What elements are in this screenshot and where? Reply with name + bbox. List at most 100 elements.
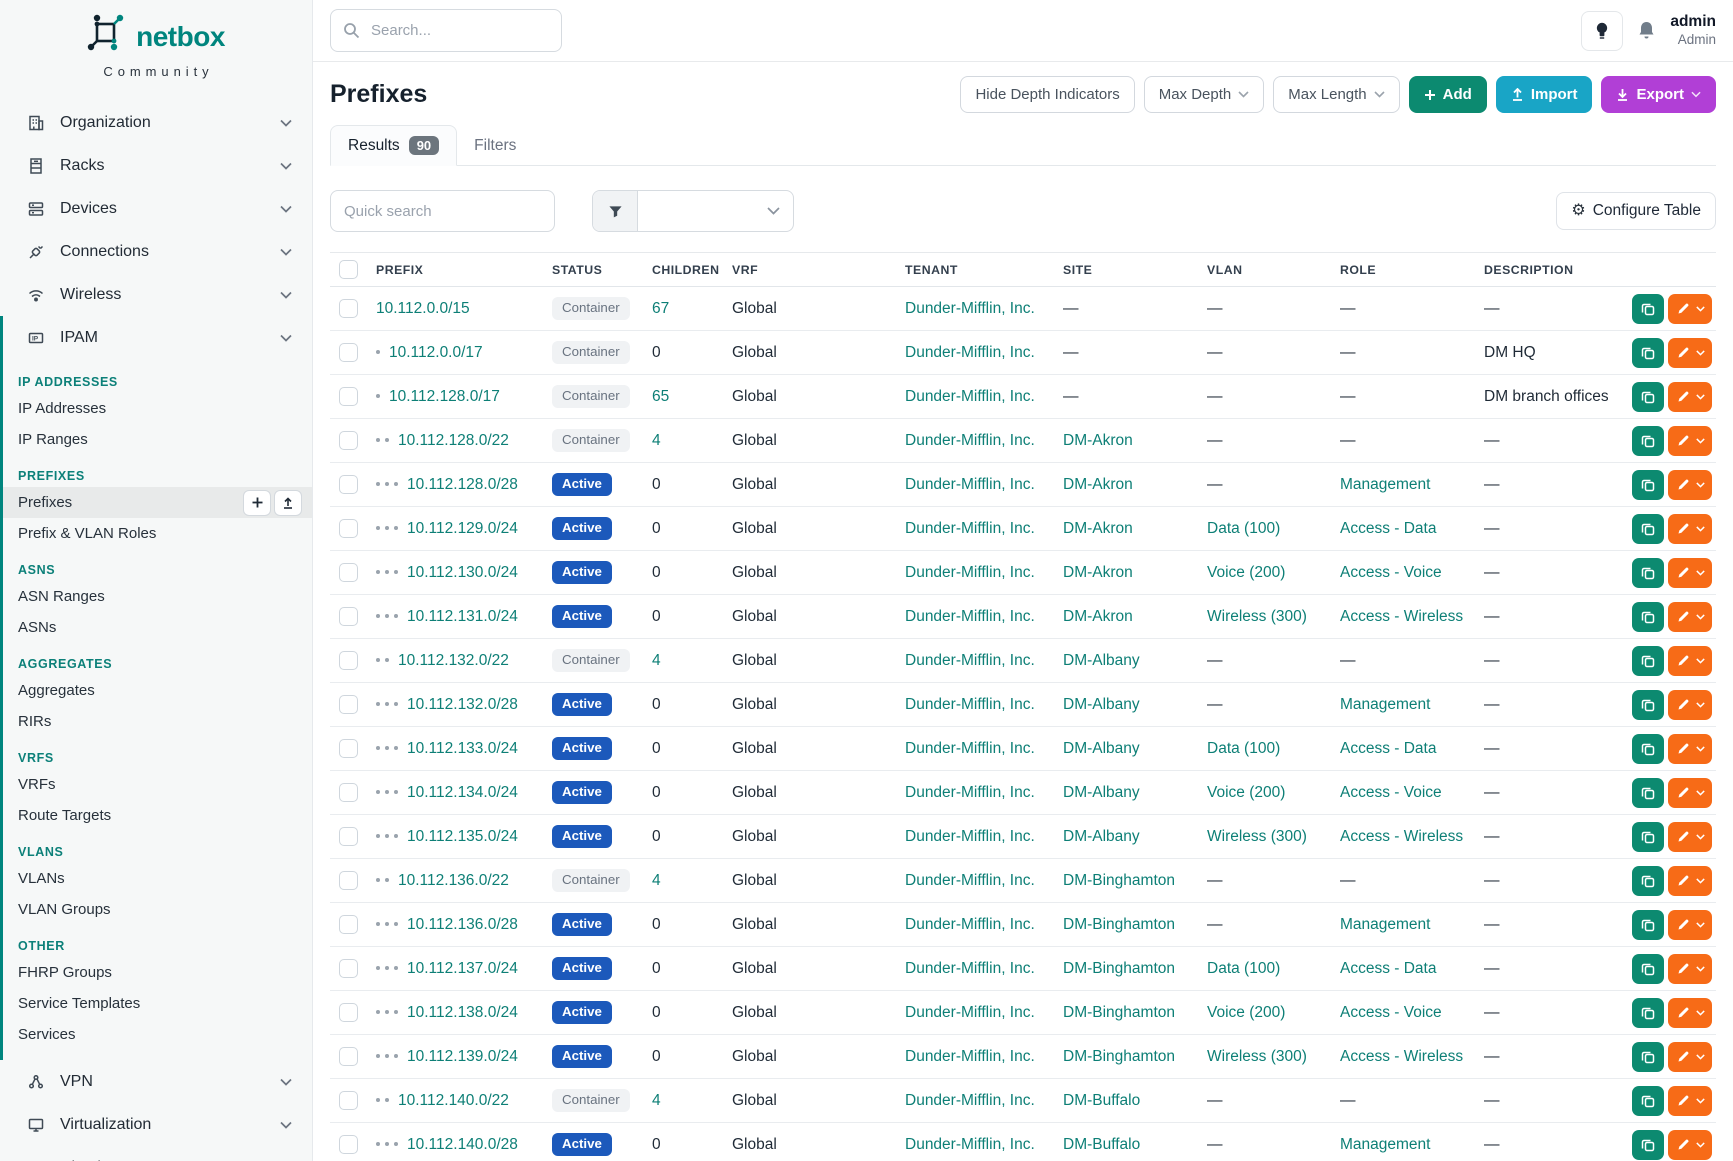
edit-split-button[interactable] — [1668, 294, 1712, 324]
notifications-button[interactable] — [1637, 20, 1656, 41]
role-link[interactable]: — — [1340, 344, 1356, 361]
search-input[interactable] — [330, 9, 562, 52]
site-link[interactable]: DM-Binghamton — [1063, 916, 1175, 933]
chevron-down-icon[interactable] — [1696, 658, 1705, 664]
site-link[interactable]: DM-Akron — [1063, 476, 1133, 493]
children-count[interactable]: 0 — [652, 784, 661, 801]
configure-table-button[interactable]: ⚙ Configure Table — [1556, 192, 1716, 230]
tenant-link[interactable]: Dunder-Mifflin, Inc. — [905, 608, 1035, 625]
site-link[interactable]: DM-Binghamton — [1063, 960, 1175, 977]
site-link[interactable]: — — [1063, 344, 1079, 361]
column-header-tenant[interactable]: TENANT — [905, 253, 1063, 287]
theme-toggle-button[interactable] — [1581, 11, 1623, 51]
sidebar-item-ip-addresses[interactable]: IP Addresses — [3, 393, 312, 424]
column-header-description[interactable]: DESCRIPTION — [1484, 253, 1608, 287]
chevron-down-icon[interactable] — [1696, 834, 1705, 840]
children-count[interactable]: 0 — [652, 344, 661, 361]
sidebar-item-rirs[interactable]: RIRs — [3, 706, 312, 737]
role-link[interactable]: Management — [1340, 1136, 1430, 1153]
sidebar-item-circuits[interactable]: Circuits — [0, 1146, 312, 1161]
edit-split-button[interactable] — [1668, 470, 1712, 500]
row-checkbox[interactable] — [339, 431, 358, 450]
column-header-role[interactable]: ROLE — [1340, 253, 1484, 287]
role-link[interactable]: — — [1340, 652, 1356, 669]
site-link[interactable]: DM-Binghamton — [1063, 1048, 1175, 1065]
children-count[interactable]: 0 — [652, 476, 661, 493]
export-dropdown-button[interactable]: Export — [1601, 76, 1716, 113]
role-link[interactable]: Management — [1340, 916, 1430, 933]
role-link[interactable]: Access - Data — [1340, 740, 1436, 757]
clone-button[interactable] — [1632, 778, 1664, 808]
max-depth-dropdown[interactable]: Max Depth — [1144, 76, 1265, 113]
chevron-down-icon[interactable] — [1696, 746, 1705, 752]
sidebar-item-ipam[interactable]: IP IPAM — [3, 316, 312, 359]
edit-split-button[interactable] — [1668, 822, 1712, 852]
row-checkbox[interactable] — [339, 299, 358, 318]
children-count[interactable]: 0 — [652, 740, 661, 757]
clone-button[interactable] — [1632, 910, 1664, 940]
children-count[interactable]: 0 — [652, 1136, 661, 1153]
chevron-down-icon[interactable] — [1696, 526, 1705, 532]
tenant-link[interactable]: Dunder-Mifflin, Inc. — [905, 476, 1035, 493]
hide-depth-indicators-button[interactable]: Hide Depth Indicators — [960, 76, 1134, 113]
vlan-link[interactable]: — — [1207, 388, 1223, 405]
clone-button[interactable] — [1632, 866, 1664, 896]
vlan-link[interactable]: — — [1207, 432, 1223, 449]
row-checkbox[interactable] — [339, 343, 358, 362]
row-checkbox[interactable] — [339, 695, 358, 714]
site-link[interactable]: DM-Akron — [1063, 608, 1133, 625]
site-link[interactable]: DM-Akron — [1063, 520, 1133, 537]
filter-button[interactable] — [593, 191, 638, 231]
sidebar-item-vlans[interactable]: VLANs — [3, 863, 312, 894]
brand[interactable]: netbox Community — [0, 0, 312, 79]
chevron-down-icon[interactable] — [1696, 966, 1705, 972]
user-menu[interactable]: admin Admin — [1670, 12, 1716, 48]
chevron-down-icon[interactable] — [1696, 350, 1705, 356]
sidebar-item-devices[interactable]: Devices — [0, 187, 312, 230]
role-link[interactable]: — — [1340, 1092, 1356, 1109]
children-count[interactable]: 0 — [652, 828, 661, 845]
edit-split-button[interactable] — [1668, 690, 1712, 720]
clone-button[interactable] — [1632, 470, 1664, 500]
vlan-link[interactable]: — — [1207, 344, 1223, 361]
prefix-link[interactable]: 10.112.132.0/28 — [407, 696, 518, 713]
prefix-link[interactable]: 10.112.136.0/28 — [407, 916, 518, 933]
children-count[interactable]: 4 — [652, 432, 661, 449]
sidebar-item-asn-ranges[interactable]: ASN Ranges — [3, 581, 312, 612]
site-link[interactable]: DM-Albany — [1063, 784, 1140, 801]
row-checkbox[interactable] — [339, 387, 358, 406]
column-header-vlan[interactable]: VLAN — [1207, 253, 1340, 287]
role-link[interactable]: — — [1340, 300, 1356, 317]
site-link[interactable]: DM-Akron — [1063, 564, 1133, 581]
prefix-link[interactable]: 10.112.129.0/24 — [407, 520, 518, 537]
column-header-site[interactable]: SITE — [1063, 253, 1207, 287]
children-count[interactable]: 65 — [652, 388, 669, 405]
vlan-link[interactable]: Data (100) — [1207, 520, 1280, 537]
clone-button[interactable] — [1632, 602, 1664, 632]
edit-split-button[interactable] — [1668, 998, 1712, 1028]
row-checkbox[interactable] — [339, 1135, 358, 1154]
children-count[interactable]: 4 — [652, 652, 661, 669]
edit-split-button[interactable] — [1668, 910, 1712, 940]
sidebar-item-connections[interactable]: Connections — [0, 230, 312, 273]
sidebar-item-vrfs[interactable]: VRFs — [3, 769, 312, 800]
vlan-link[interactable]: — — [1207, 872, 1223, 889]
prefix-link[interactable]: 10.112.134.0/24 — [407, 784, 518, 801]
children-count[interactable]: 4 — [652, 872, 661, 889]
edit-split-button[interactable] — [1668, 866, 1712, 896]
row-checkbox[interactable] — [339, 563, 358, 582]
sidebar-item-virtualization[interactable]: Virtualization — [0, 1103, 312, 1146]
edit-split-button[interactable] — [1668, 778, 1712, 808]
tenant-link[interactable]: Dunder-Mifflin, Inc. — [905, 1048, 1035, 1065]
sidebar-item-ip-ranges[interactable]: IP Ranges — [3, 424, 312, 455]
add-button[interactable]: Add — [1409, 76, 1487, 113]
clone-button[interactable] — [1632, 1042, 1664, 1072]
vlan-link[interactable]: — — [1207, 476, 1223, 493]
max-length-dropdown[interactable]: Max Length — [1273, 76, 1399, 113]
prefix-link[interactable]: 10.112.128.0/22 — [398, 432, 509, 449]
tenant-link[interactable]: Dunder-Mifflin, Inc. — [905, 872, 1035, 889]
sidebar-item-route-targets[interactable]: Route Targets — [3, 800, 312, 831]
children-count[interactable]: 67 — [652, 300, 669, 317]
edit-split-button[interactable] — [1668, 646, 1712, 676]
column-header-prefix[interactable]: PREFIX — [376, 253, 552, 287]
